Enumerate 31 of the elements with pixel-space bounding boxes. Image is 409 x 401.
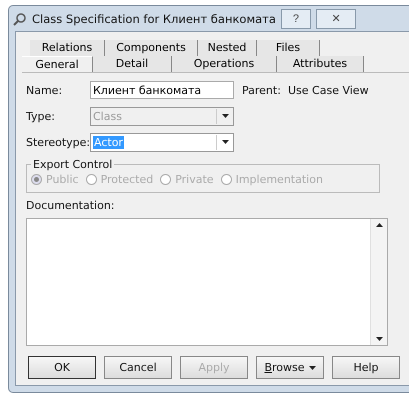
- field-label: Documentation:: [26, 199, 116, 212]
- tab[interactable]: Operations: [172, 56, 277, 72]
- tab[interactable]: Detail: [93, 56, 172, 72]
- up-arrow-icon: [376, 223, 382, 227]
- dialog-button[interactable]: Cancel: [104, 356, 172, 379]
- field-label: Parent:: [242, 84, 282, 96]
- tab[interactable]: Attributes: [277, 56, 364, 72]
- documentation-field[interactable]: [26, 218, 388, 346]
- tab[interactable]: Components: [105, 40, 198, 56]
- parent-value: Use Case View: [288, 84, 370, 96]
- dialog-button[interactable]: OK: [28, 356, 96, 379]
- down-arrow-icon: [376, 337, 382, 341]
- help-button[interactable]: ?: [280, 8, 311, 28]
- dialog-button[interactable]: Help: [332, 356, 400, 379]
- caret-icon: [308, 366, 316, 370]
- field-label: Name:: [26, 84, 64, 96]
- tab[interactable]: Nested: [198, 40, 257, 56]
- tab[interactable]: General: [22, 56, 93, 72]
- name-field[interactable]: Клиент банкомата: [90, 81, 234, 99]
- magnifier-icon: [13, 12, 27, 26]
- caret-icon: [222, 140, 228, 144]
- dialog-button[interactable]: Browse: [256, 356, 324, 379]
- group-title: Export Control: [32, 158, 114, 171]
- tab[interactable]: Relations: [30, 40, 105, 56]
- tab[interactable]: Files: [257, 40, 320, 56]
- close-button[interactable]: ✕: [316, 8, 356, 28]
- window-title: Class Specification for Клиент банкомата: [32, 12, 276, 26]
- field-label: Type:: [26, 110, 56, 122]
- caret-icon: [222, 114, 228, 118]
- scrollbar[interactable]: [370, 219, 387, 345]
- field-label: Stereotype:: [26, 136, 90, 148]
